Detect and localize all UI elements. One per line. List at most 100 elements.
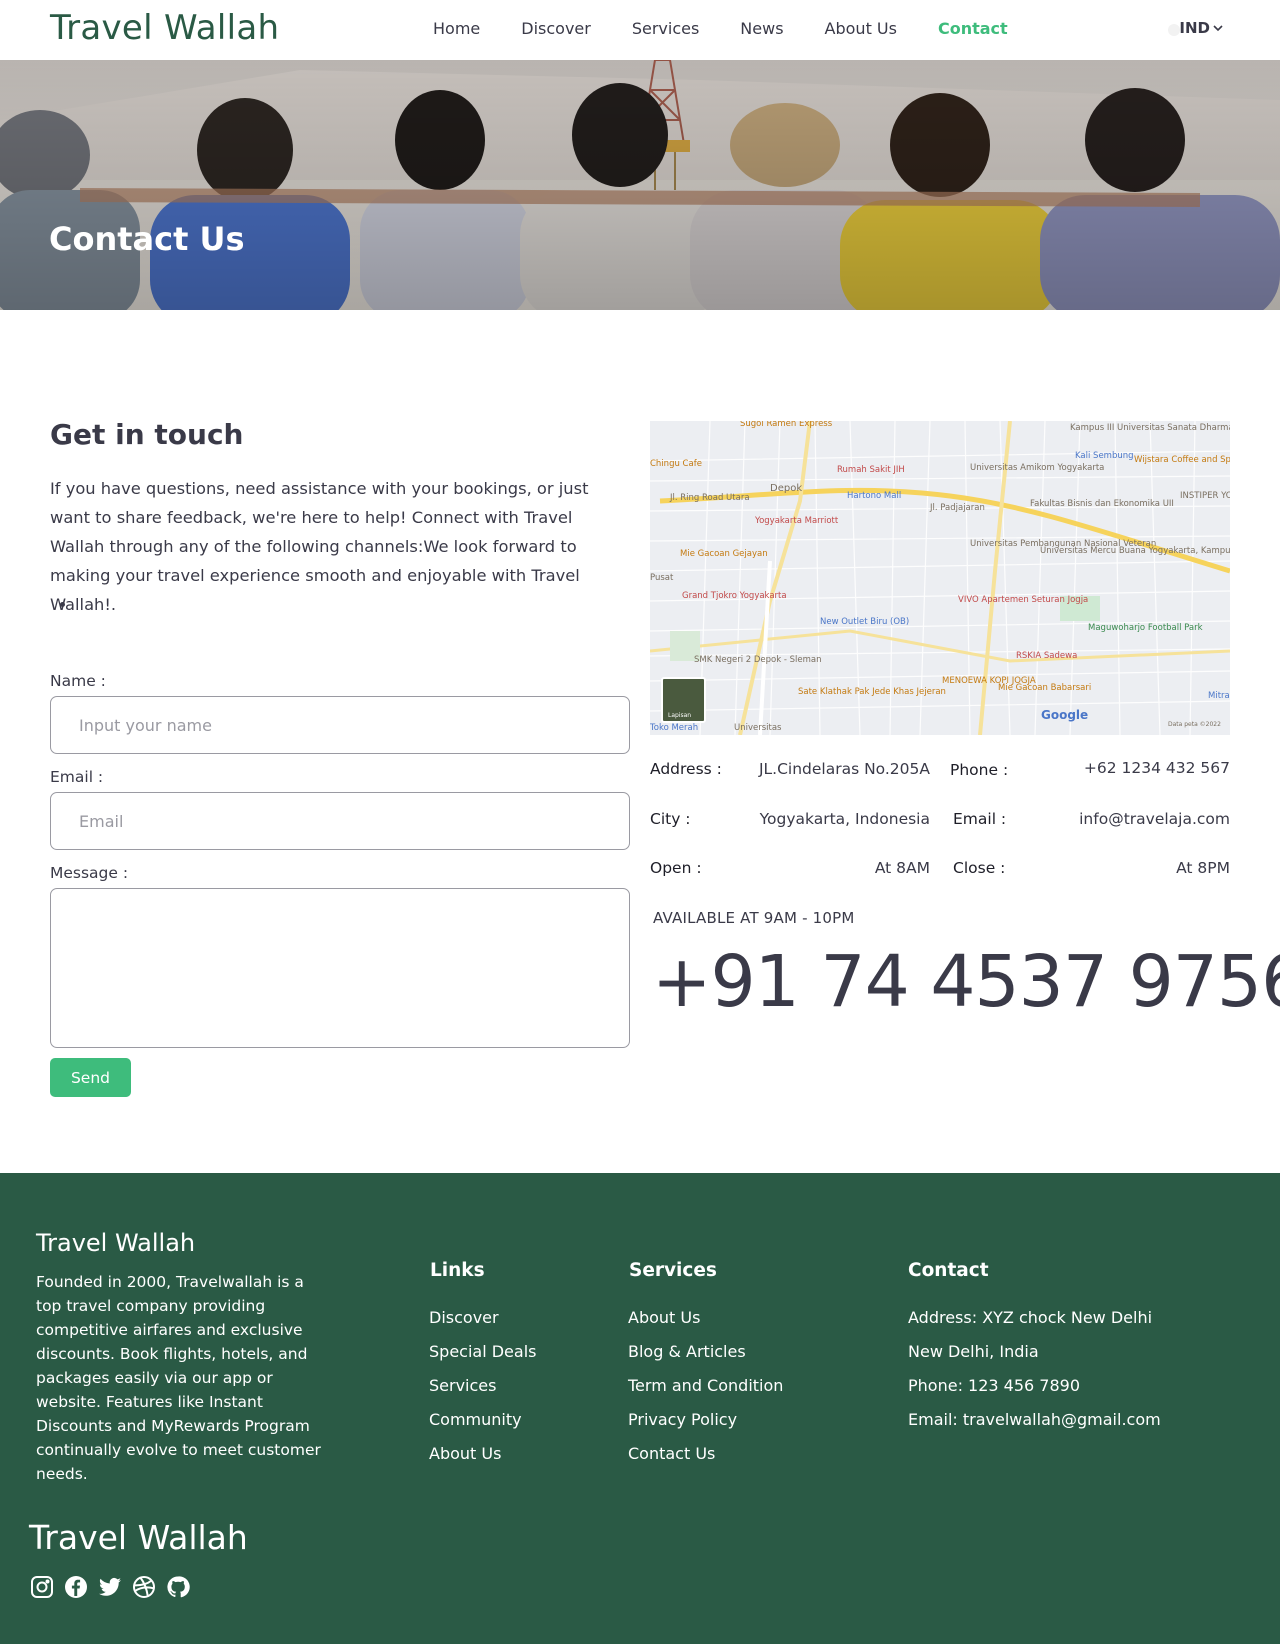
footer-links-list: Discover Special Deals Services Communit…: [429, 1308, 536, 1478]
map-label: SMK Negeri 2 Depok - Sleman: [694, 655, 822, 665]
footer-service-about-us[interactable]: About Us: [628, 1308, 783, 1342]
map-label: Jl. Ring Road Utara: [670, 493, 750, 503]
city-value: Yogyakarta, Indonesia: [759, 810, 930, 828]
city-label: City :: [650, 810, 691, 828]
map-label: Sate Klathak Pak Jede Khas Jejeran: [798, 687, 946, 697]
brand-logo[interactable]: Travel Wallah: [50, 8, 279, 48]
dribbble-icon[interactable]: [131, 1574, 157, 1600]
footer-links-title: Links: [430, 1260, 485, 1281]
map-label: Depok: [770, 483, 803, 494]
map-label: Universitas Amikom Yogyakarta: [970, 463, 1105, 473]
nav-about-us[interactable]: About Us: [825, 19, 897, 38]
phone-value: +62 1234 432 567: [1083, 759, 1230, 777]
map-label: Kampus III Universitas Sanata Dharma: [1070, 423, 1230, 433]
map-label: Rumah Sakit JIH: [837, 465, 905, 475]
map-label: VIVO Apartemen Seturan Jogja: [958, 595, 1089, 605]
open-value: At 8AM: [874, 859, 930, 877]
map-label: Sugoi Ramen Express: [740, 421, 833, 429]
footer-contact-phone: Phone: 123 456 7890: [908, 1376, 1081, 1395]
footer-contact-list: Address: XYZ chock New Delhi New Delhi, …: [908, 1308, 1161, 1444]
send-button[interactable]: Send: [50, 1058, 131, 1097]
map-label: RSKIA Sadewa: [1016, 651, 1078, 661]
map-label: Chingu Cafe: [650, 459, 702, 469]
footer-contact-address: Address: XYZ chock New Delhi: [908, 1308, 1153, 1327]
google-logo: Google: [1041, 708, 1089, 722]
social-links: [29, 1574, 199, 1600]
instagram-icon[interactable]: [29, 1574, 55, 1600]
nav-news[interactable]: News: [740, 19, 783, 38]
hero-title: Contact Us: [49, 220, 245, 258]
footer-link-community[interactable]: Community: [429, 1410, 536, 1444]
email-label: Email :: [50, 768, 104, 786]
map-label: Mie Gacoan Gejayan: [680, 549, 768, 559]
map-label: Wijstara Coffee and Space: [1134, 455, 1230, 465]
navbar: Travel Wallah Home Discover Services New…: [0, 0, 1280, 60]
map-label: INSTIPER YOGYAKARTA: [1180, 491, 1230, 501]
list-bullet: [60, 602, 65, 607]
nav-discover[interactable]: Discover: [521, 19, 591, 38]
hero-photo: [0, 60, 1280, 310]
footer: Travel Wallah Founded in 2000, Travelwal…: [0, 1173, 1280, 1644]
map-label: Maguwoharjo Football Park: [1088, 623, 1203, 633]
map-label: Hartono Mall: [847, 491, 902, 501]
map-label: Yogyakarta Marriott: [755, 516, 839, 526]
name-input[interactable]: [50, 696, 630, 754]
footer-contact-city: New Delhi, India: [908, 1342, 1039, 1361]
location-map[interactable]: Sugoi Ramen Express Kampus III Universit…: [650, 421, 1230, 735]
address-value: JL.Cindelaras No.205A: [758, 760, 930, 778]
footer-service-contact[interactable]: Contact Us: [628, 1444, 783, 1478]
map-label: Universitas: [734, 723, 782, 733]
map-label: Mie Gacoan Babarsari: [998, 683, 1092, 693]
nav-services[interactable]: Services: [632, 19, 699, 38]
map-label: Kali Sembung: [1075, 451, 1134, 461]
footer-service-privacy[interactable]: Privacy Policy: [628, 1410, 783, 1444]
map-label: Fakultas Bisnis dan Ekonomika UII: [1030, 499, 1174, 509]
big-phone-number[interactable]: +91 74 4537 9756: [652, 940, 1280, 1023]
hero-banner: Contact Us: [0, 60, 1280, 310]
footer-contact-email: Email: travelwallah@gmail.com: [908, 1410, 1161, 1429]
map-label: New Outlet Biru (OB): [820, 617, 910, 627]
footer-link-about-us[interactable]: About Us: [429, 1444, 536, 1478]
language-label: IND: [1179, 19, 1210, 37]
get-in-touch-description: If you have questions, need assistance w…: [50, 479, 589, 614]
github-icon[interactable]: [165, 1574, 191, 1600]
availability-text: AVAILABLE AT 9AM - 10PM: [653, 909, 855, 927]
message-label: Message :: [50, 864, 129, 882]
map-label: Pusat: [650, 573, 674, 583]
footer-service-terms[interactable]: Term and Condition: [628, 1376, 783, 1410]
nav-home[interactable]: Home: [433, 19, 480, 38]
footer-brand: Travel Wallah: [36, 1229, 196, 1257]
main-nav: Home Discover Services News About Us Con…: [433, 19, 1049, 38]
email-input[interactable]: [50, 792, 630, 850]
nav-contact[interactable]: Contact: [938, 19, 1008, 38]
map-layers-button[interactable]: Lapisan: [661, 677, 706, 723]
open-label: Open :: [650, 859, 702, 877]
map-label: Jl. Padjajaran: [930, 503, 985, 513]
footer-contact-title: Contact: [908, 1260, 989, 1281]
map-label: Universitas Mercu Buana Yogyakarta, Kamp…: [1040, 546, 1230, 556]
email-info-value: info@travelaja.com: [1079, 810, 1230, 828]
close-value: At 8PM: [1176, 859, 1230, 877]
email-info-label: Email :: [953, 810, 1007, 828]
footer-service-blog[interactable]: Blog & Articles: [628, 1342, 783, 1376]
facebook-icon[interactable]: [63, 1574, 89, 1600]
message-textarea[interactable]: [50, 888, 630, 1048]
language-selector[interactable]: IND: [1179, 19, 1224, 37]
map-label: Mitra: [1208, 691, 1230, 701]
map-label: Grand Tjokro Yogyakarta: [682, 591, 787, 601]
map-label: Toko Merah: [650, 723, 699, 733]
footer-services-title: Services: [629, 1260, 717, 1281]
map-layers-label: Lapisan: [668, 712, 692, 719]
phone-label: Phone :: [950, 761, 1009, 779]
twitter-icon[interactable]: [97, 1574, 123, 1600]
map-attribution: Data peta ©2022: [1168, 721, 1221, 728]
close-label: Close :: [953, 859, 1006, 877]
footer-link-discover[interactable]: Discover: [429, 1308, 536, 1342]
name-label: Name :: [50, 672, 106, 690]
get-in-touch-title: Get in touch: [50, 418, 244, 451]
footer-link-special-deals[interactable]: Special Deals: [429, 1342, 536, 1376]
footer-services-list: About Us Blog & Articles Term and Condit…: [628, 1308, 783, 1478]
chevron-down-icon: [1213, 25, 1223, 32]
footer-about: Founded in 2000, Travelwallah is a top t…: [36, 1273, 321, 1483]
footer-link-services[interactable]: Services: [429, 1376, 536, 1410]
